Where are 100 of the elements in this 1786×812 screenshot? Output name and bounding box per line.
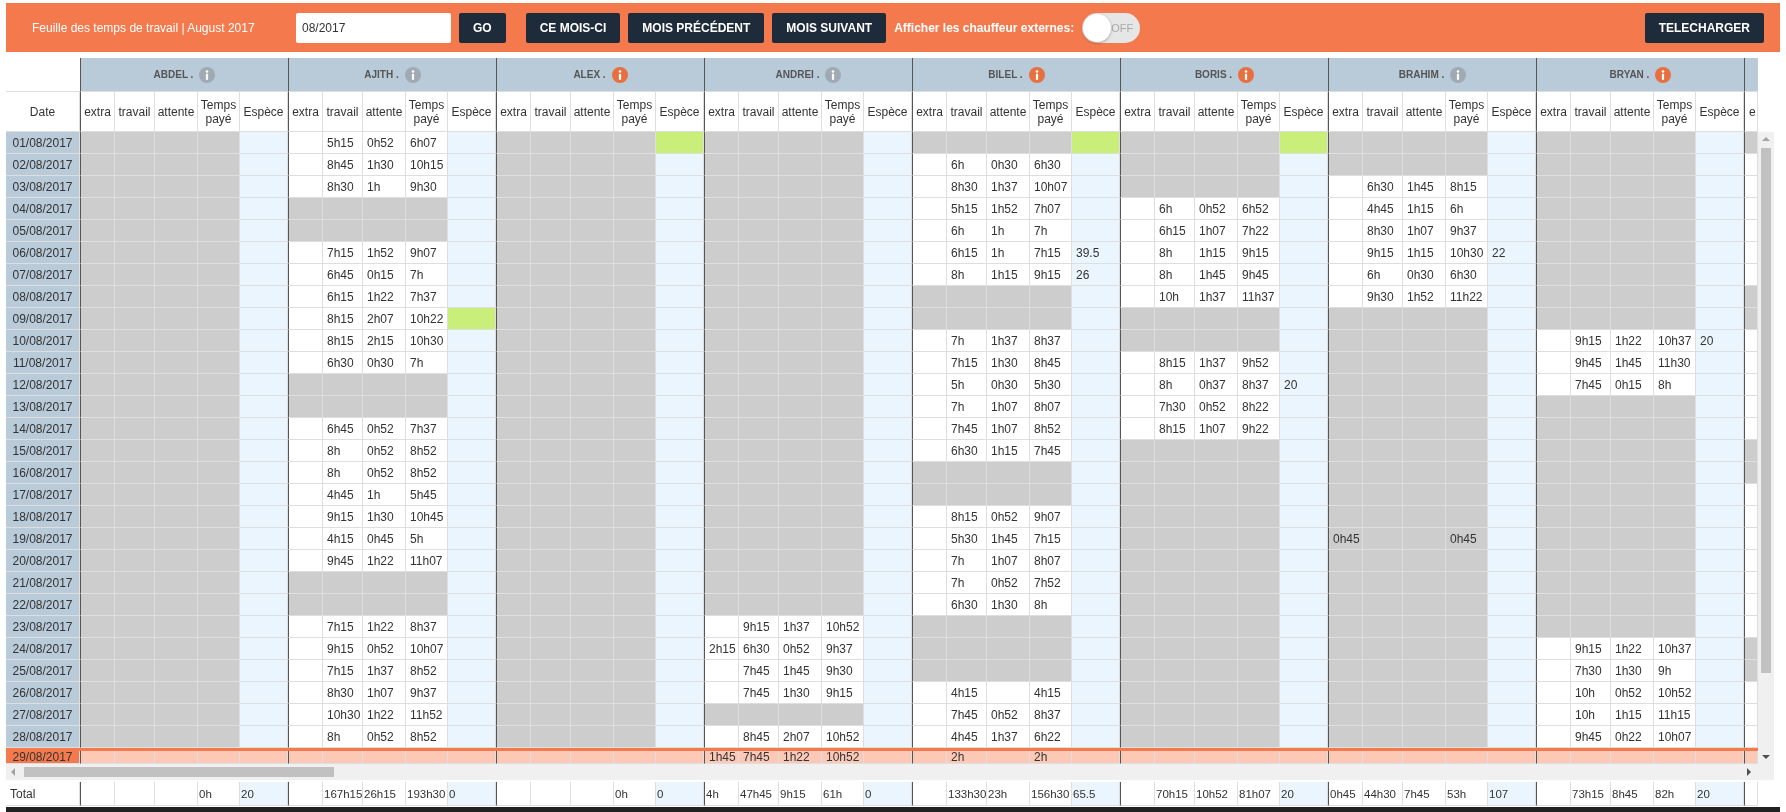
- table-cell: 7h15: [947, 352, 987, 374]
- total-cell: [1536, 782, 1571, 806]
- table-cell: 2h15: [363, 330, 406, 352]
- date-cell: 10/08/2017: [6, 330, 80, 352]
- table-cell: 10h30: [1446, 242, 1488, 264]
- total-cell: 133h30: [947, 782, 987, 806]
- nav-button[interactable]: MOIS PRÉCÉDENT: [628, 12, 765, 43]
- column-header: travail: [739, 92, 779, 132]
- table-cell: 1h15: [1195, 242, 1238, 264]
- info-icon[interactable]: [611, 66, 628, 83]
- table-cell: 1h15: [987, 440, 1030, 462]
- table-cell: 6h52: [1238, 198, 1280, 220]
- table-cell: 8h52: [406, 462, 448, 484]
- table-cell: 6h30: [947, 594, 987, 616]
- table-cell: 4h15: [323, 528, 363, 550]
- horizontal-scrollbar[interactable]: [6, 764, 1774, 780]
- column-header: travail: [1363, 92, 1403, 132]
- table-cell: 1h22: [363, 286, 406, 308]
- table-cell: 10h52: [822, 616, 864, 638]
- column-header: extra: [496, 92, 531, 132]
- table-cell: 1h52: [1403, 286, 1446, 308]
- table-cell: 6h07: [406, 132, 448, 154]
- table-cell: 10h45: [406, 506, 448, 528]
- table-cell: 1h52: [987, 198, 1030, 220]
- table-cell: 9h45: [1571, 352, 1611, 374]
- table-cell: 7h45: [947, 418, 987, 440]
- column-header: e: [1744, 92, 1758, 132]
- column-header: attente: [1195, 92, 1238, 132]
- table-cell: 1h07: [987, 550, 1030, 572]
- nav-button[interactable]: MOIS SUIVANT: [772, 12, 887, 43]
- table-cell: 1h45: [987, 528, 1030, 550]
- table-cell: 1h45: [779, 660, 822, 682]
- info-icon[interactable]: [1238, 66, 1255, 83]
- column-header: Temps payé: [614, 92, 656, 132]
- column-header: Temps payé: [198, 92, 240, 132]
- table-cell: 1h: [987, 220, 1030, 242]
- total-cell: [115, 782, 155, 806]
- table-cell: 8h: [323, 440, 363, 462]
- info-icon[interactable]: [199, 66, 216, 83]
- date-cell: 02/08/2017: [6, 154, 80, 176]
- download-button[interactable]: TELECHARGER: [1644, 12, 1764, 43]
- table-cell: 10h30: [323, 704, 363, 726]
- total-cell: 0h: [198, 782, 240, 806]
- table-cell: 1h: [363, 176, 406, 198]
- total-cell: 53h: [1446, 782, 1488, 806]
- table-cell: 7h30: [1155, 396, 1195, 418]
- go-button[interactable]: GO: [459, 12, 506, 43]
- table-cell: 1h07: [363, 682, 406, 704]
- table-cell: 8h52: [406, 726, 448, 748]
- table-cell: 8h: [947, 264, 987, 286]
- table-cell: 7h45: [739, 682, 779, 704]
- driver-name: ALEX .: [573, 69, 606, 80]
- table-cell: 8h: [323, 462, 363, 484]
- info-icon[interactable]: [825, 66, 842, 83]
- table-cell: 6h: [1155, 198, 1195, 220]
- table-cell: 8h: [323, 726, 363, 748]
- table-cell: 5h15: [947, 198, 987, 220]
- table-cell: 7h15: [323, 660, 363, 682]
- table-cell: 9h45: [1238, 264, 1280, 286]
- total-cell: [531, 782, 571, 806]
- table-cell: 10h22: [406, 308, 448, 330]
- table-cell: 8h15: [1155, 352, 1195, 374]
- column-header: attente: [1611, 92, 1654, 132]
- total-cell: 20: [1696, 782, 1744, 806]
- column-header: travail: [531, 92, 571, 132]
- table-cell: 0h52: [363, 726, 406, 748]
- table-cell: 0h30: [987, 154, 1030, 176]
- info-icon[interactable]: [1655, 66, 1672, 83]
- table-cell: 9h15: [1571, 638, 1611, 660]
- total-cell: 70h15: [1155, 782, 1195, 806]
- table-cell: 6h30: [323, 352, 363, 374]
- info-icon[interactable]: [1450, 66, 1467, 83]
- table-cell: 1h37: [987, 176, 1030, 198]
- info-icon[interactable]: [404, 66, 421, 83]
- table-cell: 1h22: [363, 616, 406, 638]
- table-cell: 0h15: [363, 264, 406, 286]
- table-cell: 1h: [363, 484, 406, 506]
- table-cell: 9h15: [1363, 242, 1403, 264]
- table-cell: 1h15: [1403, 198, 1446, 220]
- vertical-scrollbar[interactable]: [1758, 132, 1774, 764]
- info-icon[interactable]: [1028, 66, 1045, 83]
- date-cell: 13/08/2017: [6, 396, 80, 418]
- table-cell: 20: [1696, 330, 1744, 352]
- table-cell: 1h15: [1403, 242, 1446, 264]
- nav-button[interactable]: CE MOIS-CI: [525, 12, 621, 43]
- table-cell: 0h30: [1403, 264, 1446, 286]
- table-cell: 1h52: [363, 242, 406, 264]
- date-cell: 25/08/2017: [6, 660, 80, 682]
- date-cell: 15/08/2017: [6, 440, 80, 462]
- table-cell: 8h30: [323, 682, 363, 704]
- table-cell: 8h45: [739, 726, 779, 748]
- table-cell: 11h52: [406, 704, 448, 726]
- table-cell: 10h: [1571, 704, 1611, 726]
- table-cell: 9h45: [1571, 726, 1611, 748]
- table-cell: 9h15: [822, 682, 864, 704]
- table-cell: 6h15: [1155, 220, 1195, 242]
- table-cell: 1h30: [1611, 660, 1654, 682]
- table-cell: 9h45: [323, 550, 363, 572]
- month-input[interactable]: 08/2017: [296, 12, 451, 43]
- table-cell: 1h37: [363, 660, 406, 682]
